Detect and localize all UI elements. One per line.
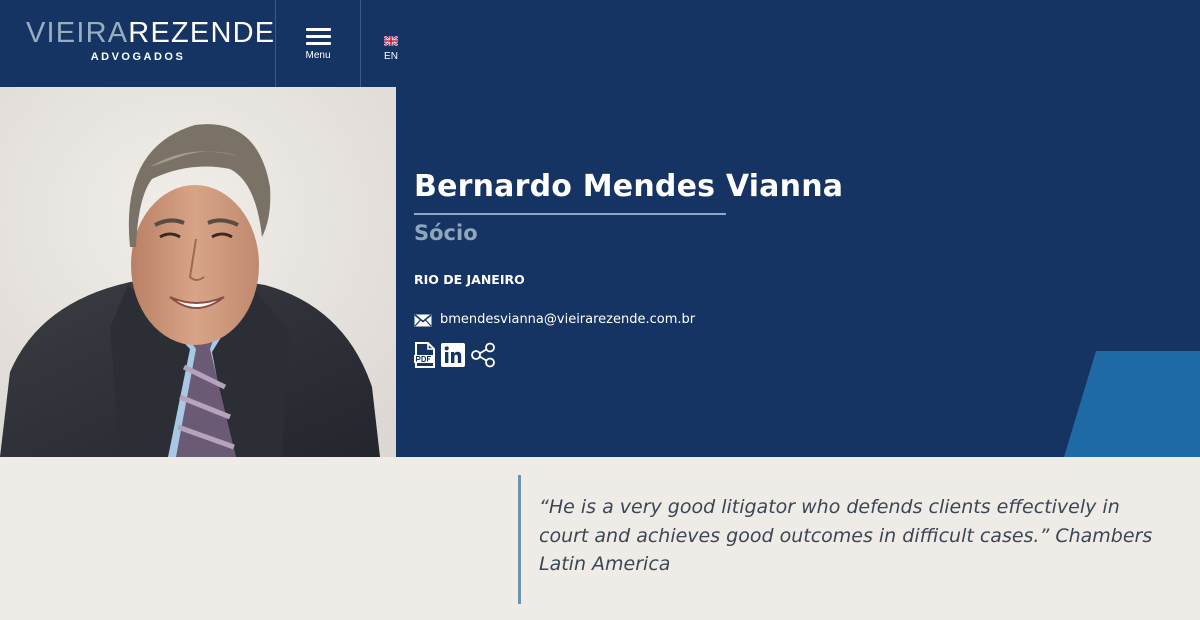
site-logo[interactable]: VIEIRAREZENDE ADVOGADOS (26, 17, 274, 63)
language-switch[interactable]: EN (376, 31, 406, 62)
header-divider (360, 0, 361, 87)
portrait-photo (0, 87, 396, 457)
logo-subtitle: ADVOGADOS (90, 51, 186, 63)
hamburger-icon-bar (305, 42, 331, 45)
linkedin-icon[interactable] (441, 343, 465, 367)
logo-text-rezende: REZENDE (128, 17, 276, 49)
logo-text-vieira: VIEIRA (26, 17, 129, 49)
email-address: bmendesvianna@vieirarezende.com.br (440, 312, 696, 327)
testimonial: “He is a very good litigator who defends… (518, 475, 1158, 604)
envelope-icon (414, 313, 432, 326)
profile-role: Sócio (414, 221, 478, 245)
profile-name: Bernardo Mendes Vianna (414, 169, 844, 204)
uk-flag-icon (383, 35, 399, 47)
pdf-icon[interactable] (414, 342, 436, 368)
menu-button[interactable]: Menu (276, 0, 360, 87)
menu-label: Menu (305, 50, 331, 61)
profile-actions (414, 342, 496, 368)
email-link[interactable]: bmendesvianna@vieirarezende.com.br (414, 311, 695, 329)
portrait-illustration (0, 87, 396, 457)
share-icon[interactable] (470, 342, 496, 368)
language-label: EN (384, 51, 398, 62)
site-header: VIEIRAREZENDE ADVOGADOS Menu EN (0, 0, 1200, 87)
name-divider (414, 213, 726, 215)
profile-panel: Bernardo Mendes Vianna Sócio RIO DE JANE… (396, 87, 1200, 457)
hamburger-icon (305, 28, 331, 31)
quote-text: “He is a very good litigator who defends… (539, 496, 1153, 575)
quote-accent-bar (518, 475, 521, 604)
profile-city: RIO DE JANEIRO (414, 272, 525, 287)
hamburger-icon-bar (305, 35, 331, 38)
